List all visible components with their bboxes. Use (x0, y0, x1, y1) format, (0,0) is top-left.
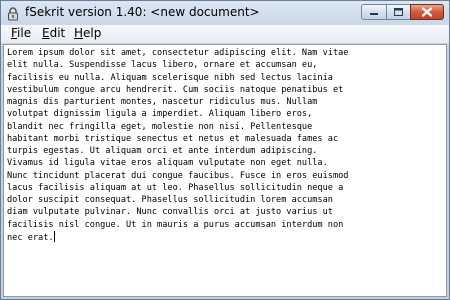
editor-line: elit nulla. Suspendisse lacus libero, or… (7, 60, 318, 71)
editor-line: nec erat. (7, 232, 54, 243)
editor-line: Nunc tincidunt placerat dui congue fauci… (7, 170, 349, 181)
menu-file[interactable]: File (10, 26, 32, 40)
app-window: fSekrit version 1.40: <new document> Fil… (0, 0, 450, 300)
menu-help-hotkey: H (74, 26, 84, 40)
maximize-icon (394, 8, 403, 16)
editor-line: volutpat dignissim ligula a imperdiet. A… (7, 109, 313, 120)
minimize-button[interactable] (361, 4, 387, 20)
window-title: fSekrit version 1.40: <new document> (25, 5, 260, 19)
editor-line: habitant morbi tristique senectus et net… (7, 133, 339, 144)
minimize-icon (370, 13, 378, 15)
editor-line: lacus facilisis aliquam at ut leo. Phase… (7, 182, 344, 193)
text-editor[interactable]: Lorem ipsum dolor sit amet, consectetur … (3, 44, 447, 297)
editor-line: turpis egestas. Ut aliquam orci et ante … (7, 146, 318, 156)
editor-line: magnis dis parturient montes, nascetur r… (7, 97, 318, 107)
editor-line: facilisis nisl congue. Ut in mauris a pu… (7, 219, 344, 230)
title-bar[interactable]: fSekrit version 1.40: <new document> (1, 1, 449, 25)
editor-line: facilisis eu nulla. Aliquam scelerisque … (7, 72, 333, 83)
menu-file-label: ile (17, 26, 32, 40)
close-icon (421, 7, 433, 17)
editor-line: blandit nec fringilla eget, molestie non… (7, 121, 313, 132)
padlock-icon (7, 6, 19, 21)
editor-line: diam vulputate pulvinar. Nunc convallis … (7, 207, 333, 218)
close-button[interactable] (410, 4, 444, 20)
editor-text[interactable]: Lorem ipsum dolor sit amet, consectetur … (7, 47, 443, 244)
editor-line: dolor suscipit consequat. Phasellus soll… (7, 195, 333, 205)
editor-line: Vivamus id ligula vitae eros aliquam vul… (7, 158, 328, 169)
menu-help-label: elp (83, 26, 102, 40)
menu-edit-hotkey: E (42, 26, 50, 40)
menu-edit[interactable]: Edit (41, 26, 66, 40)
maximize-button[interactable] (386, 4, 411, 20)
editor-line: Lorem ipsum dolor sit amet, consectetur … (7, 48, 349, 58)
menu-bar: File Edit Help (1, 25, 449, 44)
menu-edit-label: dit (49, 26, 66, 40)
editor-line: vestibulum congue arcu hendrerit. Cum so… (7, 84, 344, 95)
menu-help[interactable]: Help (73, 26, 102, 40)
text-caret (53, 230, 55, 242)
